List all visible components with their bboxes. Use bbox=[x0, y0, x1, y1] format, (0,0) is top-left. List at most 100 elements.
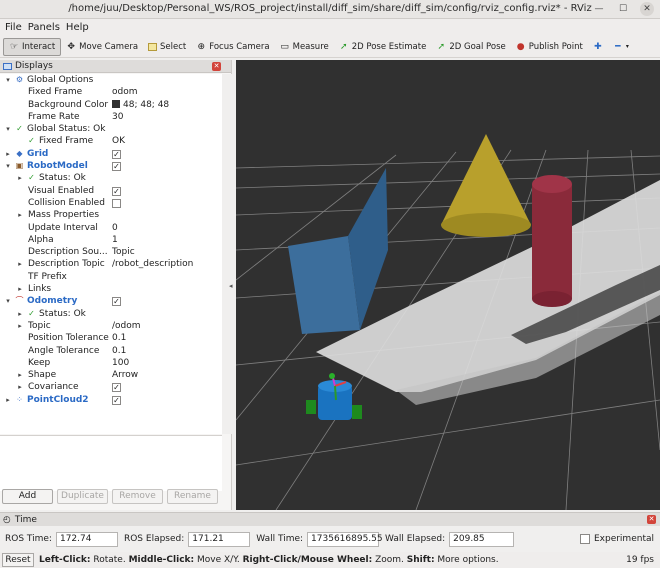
tool-2d-goal-pose[interactable]: ➚ 2D Goal Pose bbox=[431, 38, 510, 56]
tree-row[interactable]: Update Interval 0 bbox=[0, 222, 222, 234]
maximize-icon[interactable]: ☐ bbox=[616, 2, 630, 16]
tree-row[interactable]: Keep 100 bbox=[0, 357, 222, 369]
enable-checkbox[interactable]: ✓ bbox=[112, 186, 121, 196]
tree-row-name: Angle Tolerance bbox=[28, 345, 100, 356]
tree-row[interactable]: ▸ ◆ Grid ✓ bbox=[0, 148, 222, 160]
tree-row[interactable]: ▸ Shape Arrow bbox=[0, 369, 222, 381]
close-icon[interactable]: ✕ bbox=[640, 2, 654, 16]
tree-row-value[interactable]: OK bbox=[112, 135, 125, 147]
hint-text: Move X/Y. bbox=[194, 555, 243, 565]
enable-checkbox[interactable]: ✓ bbox=[112, 297, 121, 307]
tool-move-camera[interactable]: ✥ Move Camera bbox=[61, 38, 143, 56]
3d-viewport[interactable] bbox=[236, 60, 660, 510]
tree-row-value[interactable]: Topic bbox=[112, 246, 135, 258]
tree-row-value[interactable]: 0.1 bbox=[112, 332, 126, 344]
collapse-left-icon[interactable]: ◂ bbox=[229, 282, 233, 290]
wall-elapsed-field[interactable]: 209.85 bbox=[449, 531, 515, 547]
menu-file[interactable]: File bbox=[5, 19, 28, 36]
tree-row-value[interactable]: 48; 48; 48 bbox=[112, 99, 169, 111]
tree-row[interactable]: Angle Tolerance 0.1 bbox=[0, 345, 222, 357]
tree-row[interactable]: ▸ Covariance ✓ bbox=[0, 381, 222, 393]
remove-button[interactable]: Remove bbox=[112, 489, 163, 504]
wall-elapsed-label: Wall Elapsed: bbox=[385, 534, 446, 544]
enable-checkbox[interactable]: ✓ bbox=[112, 149, 121, 159]
chevron-right-icon[interactable]: ▸ bbox=[16, 369, 24, 381]
tree-row-value[interactable]: /odom bbox=[112, 320, 141, 332]
tool-interact[interactable]: ☞ Interact bbox=[3, 37, 62, 56]
chevron-down-icon[interactable]: ▾ bbox=[4, 123, 12, 135]
chevron-right-icon[interactable]: ▸ bbox=[4, 148, 12, 160]
chevron-right-icon[interactable]: ▸ bbox=[16, 209, 24, 221]
tool-focus-camera[interactable]: ⊕ Focus Camera bbox=[191, 38, 274, 56]
chevron-right-icon[interactable]: ▸ bbox=[16, 258, 24, 270]
tree-row[interactable]: Fixed Frame odom bbox=[0, 86, 222, 98]
chevron-right-icon[interactable]: ▸ bbox=[16, 172, 24, 184]
tool-select[interactable]: Select bbox=[143, 38, 191, 56]
tree-row[interactable]: ▸ ⁘ PointCloud2 ✓ bbox=[0, 394, 222, 406]
chevron-down-icon[interactable]: ▾ bbox=[4, 160, 12, 172]
tool-2d-pose-estimate[interactable]: ➚ 2D Pose Estimate bbox=[334, 38, 432, 56]
tree-row[interactable]: ▸ Mass Properties bbox=[0, 209, 222, 221]
chevron-down-icon[interactable]: ▾ bbox=[4, 295, 12, 307]
tree-row-value[interactable]: Arrow bbox=[112, 369, 138, 381]
remove-tool-button[interactable]: ━ ▾ bbox=[608, 38, 634, 56]
tool-measure[interactable]: ▭ Measure bbox=[275, 38, 334, 56]
tree-row[interactable]: ▸ ✓ Status: Ok bbox=[0, 172, 222, 184]
tool-publish-point[interactable]: ● Publish Point bbox=[511, 38, 588, 56]
chevron-right-icon[interactable]: ▸ bbox=[16, 308, 24, 320]
duplicate-button[interactable]: Duplicate bbox=[57, 489, 108, 504]
tree-scrollbar[interactable] bbox=[222, 74, 232, 434]
experimental-checkbox[interactable] bbox=[579, 534, 590, 544]
tree-row[interactable]: ✓ Fixed Frame OK bbox=[0, 135, 222, 147]
tree-row[interactable]: Frame Rate 30 bbox=[0, 111, 222, 123]
red-cylinder bbox=[532, 184, 572, 299]
ros-elapsed-field[interactable]: 171.21 bbox=[188, 531, 251, 547]
tree-row[interactable]: ▾ ⌒ Odometry ✓ bbox=[0, 295, 222, 307]
tree-row-value-text: 1 bbox=[112, 234, 118, 245]
tree-row-value[interactable]: 1 bbox=[112, 234, 118, 246]
chevron-right-icon[interactable]: ▸ bbox=[16, 381, 24, 393]
close-time-panel-icon[interactable]: ✕ bbox=[647, 515, 656, 524]
tree-row-value[interactable]: 0.1 bbox=[112, 345, 126, 357]
close-panel-icon[interactable]: ✕ bbox=[212, 62, 221, 71]
tree-row[interactable]: Background Color 48; 48; 48 bbox=[0, 99, 222, 111]
tree-row-value[interactable]: 30 bbox=[112, 111, 123, 123]
add-button[interactable]: Add bbox=[2, 489, 53, 504]
ros-time-field[interactable]: 172.74 bbox=[55, 531, 118, 547]
tree-row-name: Covariance bbox=[28, 382, 79, 393]
menu-help[interactable]: Help bbox=[66, 19, 95, 36]
rename-button[interactable]: Rename bbox=[167, 489, 218, 504]
tree-row[interactable]: ▾ ✓ Global Status: Ok bbox=[0, 123, 222, 135]
tree-row[interactable]: Position Tolerance 0.1 bbox=[0, 332, 222, 344]
tree-row[interactable]: Description Sou... Topic bbox=[0, 246, 222, 258]
tree-row[interactable]: Collision Enabled bbox=[0, 197, 222, 209]
tree-row[interactable]: ▸ Description Topic/robot_description bbox=[0, 258, 222, 270]
tree-row-value-text: 48; 48; 48 bbox=[123, 99, 170, 110]
chevron-right-icon[interactable]: ▸ bbox=[4, 394, 12, 406]
chevron-right-icon[interactable]: ▸ bbox=[16, 283, 24, 295]
minimize-icon[interactable]: — bbox=[592, 2, 606, 16]
reset-button[interactable]: Reset bbox=[2, 553, 34, 567]
tree-row[interactable]: Alpha 1 bbox=[0, 234, 222, 246]
tree-row[interactable]: Visual Enabled ✓ bbox=[0, 185, 222, 197]
tree-row-value[interactable]: /robot_description bbox=[112, 258, 193, 270]
tree-row[interactable]: ▸ Topic/odom bbox=[0, 320, 222, 332]
enable-checkbox[interactable] bbox=[112, 198, 121, 208]
tree-row[interactable]: TF Prefix bbox=[0, 271, 222, 283]
enable-checkbox[interactable]: ✓ bbox=[112, 395, 121, 405]
add-tool-button[interactable]: ✚ bbox=[588, 38, 608, 56]
tree-row[interactable]: ▸ ✓ Status: Ok bbox=[0, 308, 222, 320]
menu-panels[interactable]: Panels bbox=[28, 19, 66, 36]
tree-row-value[interactable]: 100 bbox=[112, 357, 129, 369]
tree-row[interactable]: ▸ Links bbox=[0, 283, 222, 295]
tree-row[interactable]: ▾ ⚙ Global Options bbox=[0, 74, 222, 86]
enable-checkbox[interactable]: ✓ bbox=[112, 162, 121, 172]
tree-row[interactable]: ▾ ▣ RobotModel ✓ bbox=[0, 160, 222, 172]
wall-time-field[interactable]: 1735616895.55 bbox=[307, 531, 383, 547]
tree-row-value[interactable]: odom bbox=[112, 86, 138, 98]
enable-checkbox[interactable]: ✓ bbox=[112, 383, 121, 393]
chevron-right-icon[interactable]: ▸ bbox=[16, 320, 24, 332]
chevron-down-icon[interactable]: ▾ bbox=[4, 74, 12, 86]
displays-tree[interactable]: ▾ ⚙ Global Options Fixed Frame odom Backgroun… bbox=[0, 74, 222, 434]
tree-row-value[interactable]: 0 bbox=[112, 222, 118, 234]
